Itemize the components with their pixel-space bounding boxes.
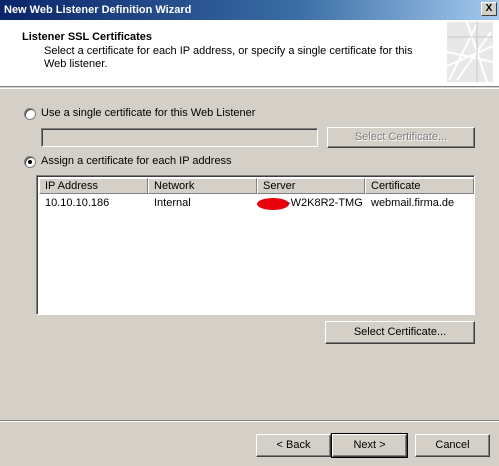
wizard-graphic-icon xyxy=(447,22,493,82)
back-button[interactable]: < Back xyxy=(256,434,331,457)
redaction-mark xyxy=(257,198,289,210)
close-button[interactable]: X xyxy=(481,2,497,16)
single-certificate-radio[interactable] xyxy=(24,108,36,120)
back-label: < Back xyxy=(276,439,311,451)
next-button[interactable]: Next > xyxy=(331,433,408,458)
cell-server: -W2K8R2-TMG xyxy=(257,195,365,212)
column-network[interactable]: Network xyxy=(148,178,257,194)
select-certificate-label: Select Certificate... xyxy=(353,326,447,338)
per-ip-certificate-radio[interactable] xyxy=(24,156,36,168)
cancel-button[interactable]: Cancel xyxy=(415,434,490,457)
footer-separator xyxy=(0,420,499,422)
page-title: Listener SSL Certificates xyxy=(22,31,153,43)
window-title: New Web Listener Definition Wizard xyxy=(4,4,192,16)
column-ip-address[interactable]: IP Address xyxy=(39,178,148,194)
table-row[interactable]: 10.10.10.186 Internal -W2K8R2-TMG webmai… xyxy=(39,195,474,212)
select-single-certificate-label: Select Certificate... xyxy=(354,131,448,143)
cancel-label: Cancel xyxy=(435,439,470,451)
per-ip-certificate-label[interactable]: Assign a certificate for each IP address xyxy=(41,155,232,167)
cell-certificate: webmail.firma.de xyxy=(371,197,455,209)
next-label: Next > xyxy=(353,439,386,451)
header-divider xyxy=(0,88,499,89)
single-certificate-field xyxy=(41,128,318,147)
single-certificate-label[interactable]: Use a single certificate for this Web Li… xyxy=(41,107,255,119)
close-icon: X xyxy=(485,3,493,14)
wizard-header: Listener SSL Certificates Select a certi… xyxy=(0,20,499,87)
select-single-certificate-button: Select Certificate... xyxy=(327,127,475,148)
title-bar: New Web Listener Definition Wizard X xyxy=(0,0,499,20)
column-certificate[interactable]: Certificate xyxy=(365,178,474,194)
ip-certificate-table[interactable]: IP Address Network Server Certificate 10… xyxy=(36,175,475,315)
cell-ip-address: 10.10.10.186 xyxy=(45,197,110,209)
table-header: IP Address Network Server Certificate xyxy=(39,178,474,194)
select-certificate-button[interactable]: Select Certificate... xyxy=(325,321,475,344)
cell-server-text: -W2K8R2-TMG xyxy=(287,197,363,209)
cell-network: Internal xyxy=(154,197,191,209)
page-description: Select a certificate for each IP address… xyxy=(44,45,413,70)
column-server[interactable]: Server xyxy=(257,178,365,194)
